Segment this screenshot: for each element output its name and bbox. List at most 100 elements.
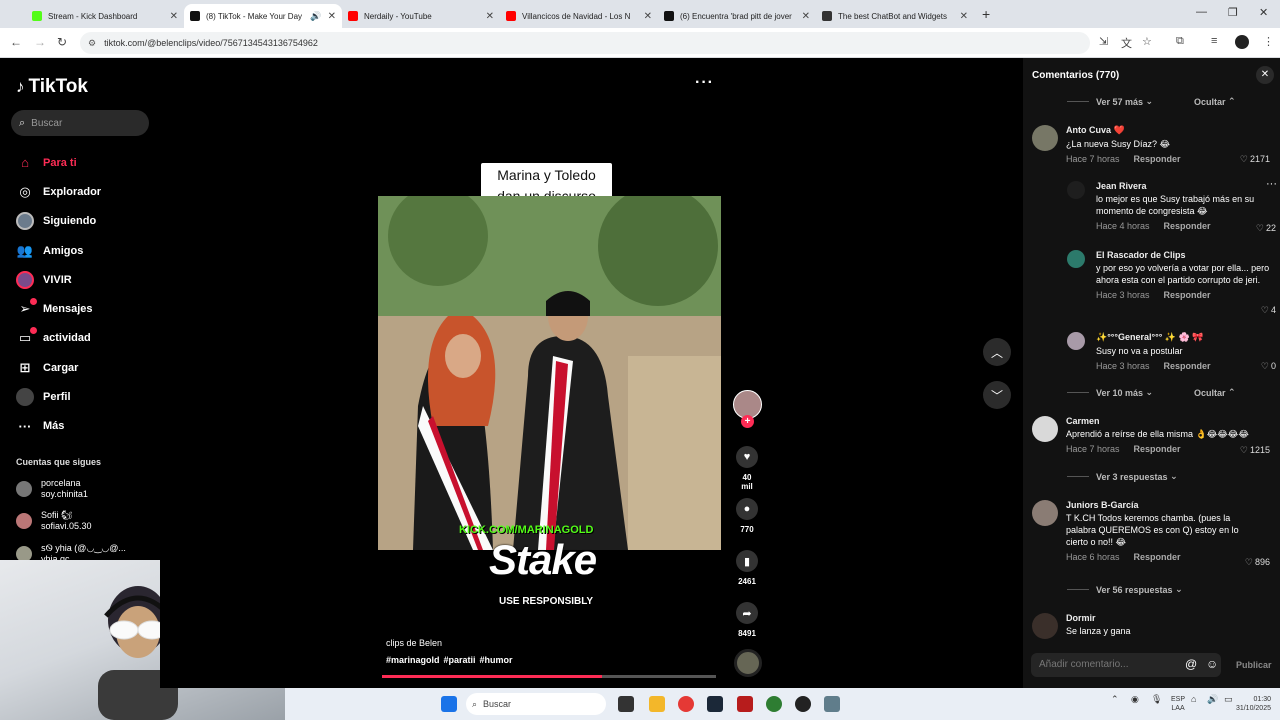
language-indicator[interactable]: ESP LAA	[1171, 695, 1185, 713]
avatar[interactable]	[1067, 250, 1085, 268]
reply-button[interactable]: Responder	[1134, 444, 1181, 454]
nav-explorador[interactable]: ◎ Explorador	[16, 177, 101, 206]
nav-para-ti[interactable]: ⌂ Para ti	[16, 148, 101, 177]
close-comments-button[interactable]: ✕	[1256, 66, 1274, 84]
clock[interactable]: 01:30 31/10/2025	[1231, 695, 1271, 713]
profile-avatar[interactable]	[1235, 35, 1249, 49]
tab-youtube-nerdaily[interactable]: Nerdaily - YouTube ✕	[342, 4, 500, 28]
avatar[interactable]	[1067, 181, 1085, 199]
tab-youtube-villancicos[interactable]: Villancicos de Navidad - Los N ✕	[500, 4, 658, 28]
video-player[interactable]	[378, 196, 721, 550]
reply-button[interactable]: Responder	[1134, 154, 1181, 164]
reply-button[interactable]: Responder	[1164, 221, 1211, 231]
avatar[interactable]	[1032, 416, 1058, 442]
comment-like-button[interactable]: ♡ 896	[1230, 557, 1270, 568]
settings-icon[interactable]	[824, 696, 840, 712]
close-tab-icon[interactable]: ✕	[644, 11, 652, 22]
nav-amigos[interactable]: 👥 Amigos	[16, 236, 101, 265]
like-button[interactable]: ♥ 40 mil	[736, 446, 758, 491]
close-tab-icon[interactable]: ✕	[486, 11, 494, 22]
tab-chatbot[interactable]: The best ChatBot and Widgets ✕	[816, 4, 974, 28]
tiktok-logo[interactable]: ♪ TikTok	[16, 76, 88, 98]
extensions-icon[interactable]: ⧉	[1176, 35, 1184, 48]
browser-menu-icon[interactable]: ⋮	[1263, 35, 1274, 48]
install-icon[interactable]: ⇲	[1099, 35, 1108, 48]
hide-replies-button[interactable]: Ocultar ⌃	[1194, 387, 1236, 398]
app-icon[interactable]	[737, 696, 753, 712]
close-tab-icon[interactable]: ✕	[328, 11, 336, 22]
site-info-icon[interactable]: ⚙	[88, 38, 96, 49]
reply-button[interactable]: Responder	[1164, 361, 1211, 371]
new-tab-icon[interactable]: +	[982, 6, 990, 22]
chrome-icon[interactable]	[678, 696, 694, 712]
avatar[interactable]	[1032, 500, 1058, 526]
avatar[interactable]	[1032, 125, 1058, 151]
previous-video-button[interactable]: ︿	[983, 338, 1011, 366]
xbox-icon[interactable]	[766, 696, 782, 712]
video-author[interactable]: clips de Belen	[386, 638, 442, 648]
avatar[interactable]	[1067, 332, 1085, 350]
comment-like-button[interactable]: ♡ 2171	[1230, 154, 1270, 165]
share-button[interactable]: ➦ 8491	[736, 602, 758, 638]
hashtag-link[interactable]: #paratii	[444, 655, 476, 665]
taskbar-search[interactable]: ⌕ Buscar	[466, 693, 606, 715]
follow-plus-icon[interactable]: +	[741, 415, 754, 428]
avatar[interactable]	[1032, 613, 1058, 639]
see-more-replies-button[interactable]: Ver 57 más ⌄	[1067, 96, 1153, 107]
tray-mic-icon[interactable]: 🎙	[1151, 695, 1162, 704]
tray-app-icon[interactable]: ◉	[1131, 695, 1139, 704]
nav-mensajes[interactable]: ➢ Mensajes	[16, 294, 101, 323]
minimize-icon[interactable]: —	[1196, 6, 1207, 18]
close-tab-icon[interactable]: ✕	[802, 11, 810, 22]
close-tab-icon[interactable]: ✕	[960, 11, 968, 22]
comment-like-button[interactable]: ♡ 4	[1236, 305, 1276, 316]
close-tab-icon[interactable]: ✕	[170, 11, 178, 22]
forward-icon[interactable]: →	[34, 35, 46, 49]
reply-button[interactable]: Responder	[1134, 552, 1181, 562]
comment-like-button[interactable]: ♡ 22	[1236, 223, 1276, 234]
more-options-icon[interactable]: ···	[695, 74, 714, 92]
mention-icon[interactable]: @	[1185, 657, 1197, 671]
task-view-icon[interactable]	[618, 696, 634, 712]
reply-button[interactable]: Responder	[1164, 290, 1211, 300]
comment-more-icon[interactable]: ···	[1266, 178, 1277, 190]
translate-icon[interactable]: 文	[1121, 35, 1132, 51]
file-explorer-icon[interactable]	[649, 696, 665, 712]
tab-tiktok[interactable]: (8) TikTok - Make Your Day 🔊 ✕	[184, 4, 342, 28]
publish-button[interactable]: Publicar	[1236, 660, 1272, 670]
tab-kick[interactable]: Stream - Kick Dashboard ✕	[26, 4, 184, 28]
music-disc[interactable]	[734, 649, 762, 677]
windows-start-icon[interactable]	[441, 696, 457, 712]
hashtag-link[interactable]: #marinagold	[386, 655, 440, 665]
tab-tiktok-search[interactable]: (6) Encuentra 'brad pitt de jover ✕	[658, 4, 816, 28]
comment-like-button[interactable]: ♡ 1215	[1230, 445, 1270, 456]
speaker-icon[interactable]: 🔊	[310, 11, 321, 22]
following-account[interactable]: porcelana soy.chinita1	[16, 478, 88, 500]
emoji-icon[interactable]: ☺	[1206, 657, 1218, 671]
comment-input[interactable]: Añadir comentario... @ ☺	[1031, 653, 1221, 677]
nav-vivir[interactable]: VIVIR	[16, 265, 101, 294]
see-replies-button[interactable]: Ver 3 respuestas ⌄	[1067, 471, 1178, 482]
reading-list-icon[interactable]: ≡	[1211, 35, 1217, 47]
nav-perfil[interactable]: Perfil	[16, 382, 101, 411]
comment-like-button[interactable]: ♡ 0	[1236, 361, 1276, 372]
reload-icon[interactable]: ↻	[57, 35, 67, 49]
save-button[interactable]: ▮ 2461	[736, 550, 758, 586]
following-account[interactable]: Sofii 🐿 sofiavi.05.30	[16, 510, 92, 532]
hashtag-link[interactable]: #humor	[480, 655, 513, 665]
close-window-icon[interactable]: ✕	[1259, 6, 1268, 19]
next-video-button[interactable]: ﹀	[983, 381, 1011, 409]
volume-icon[interactable]: 🔊	[1207, 695, 1218, 704]
see-replies-button[interactable]: Ver 56 respuestas ⌄	[1067, 584, 1183, 595]
tray-chevron-icon[interactable]: ⌃	[1111, 695, 1119, 704]
nav-actividad[interactable]: ▭ actividad	[16, 324, 101, 353]
hide-replies-button[interactable]: Ocultar ⌃	[1194, 96, 1236, 107]
back-icon[interactable]: ←	[10, 35, 22, 49]
maximize-icon[interactable]: ❐	[1228, 6, 1238, 19]
url-field[interactable]: ⚙ tiktok.com/@belenclips/video/756713454…	[80, 32, 1090, 54]
bookmark-star-icon[interactable]: ☆	[1142, 35, 1152, 48]
nav-siguiendo[interactable]: Siguiendo	[16, 207, 101, 236]
video-progress-bar[interactable]	[382, 675, 716, 678]
see-more-replies-button[interactable]: Ver 10 más ⌄	[1067, 387, 1153, 398]
search-input[interactable]: ⌕ Buscar	[11, 110, 149, 136]
